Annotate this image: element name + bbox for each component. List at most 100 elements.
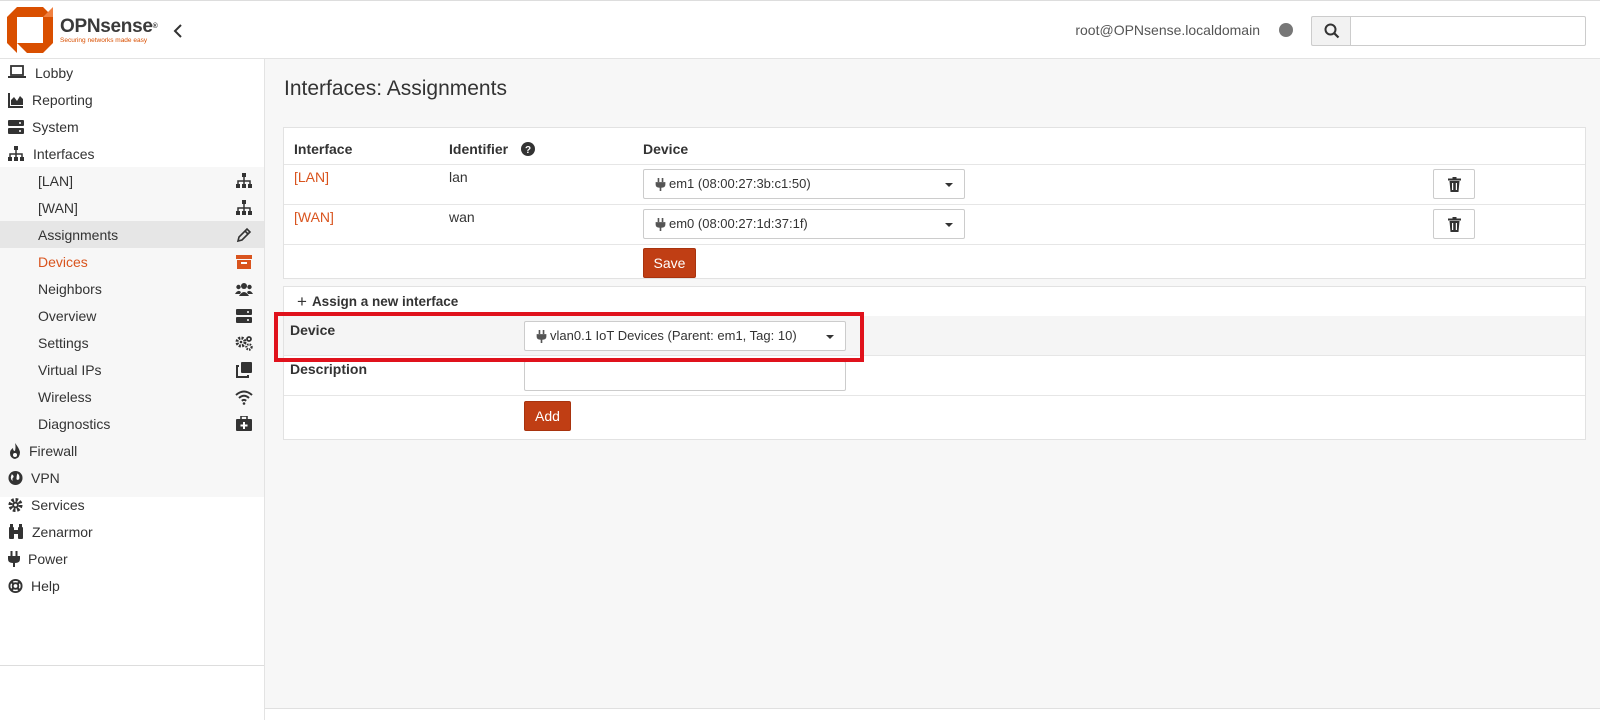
plus-icon: +: [297, 291, 307, 311]
brand-reg: ®: [152, 22, 158, 30]
sidebar-item-label: Diagnostics: [38, 416, 111, 432]
sidebar-item-label: [WAN]: [38, 200, 78, 216]
sidebar-item-label: Lobby: [35, 65, 74, 81]
device-row: [284, 316, 1585, 355]
delete-button-wan[interactable]: [1433, 209, 1475, 239]
medkit-icon: [236, 416, 252, 431]
sidebar-item-reporting[interactable]: Reporting: [0, 86, 264, 113]
plug-icon: [655, 218, 666, 231]
assign-header-label: Assign a new interface: [311, 294, 459, 309]
interface-link-lan[interactable]: [LAN]: [294, 169, 329, 185]
sidebar-item-label: Settings: [38, 335, 89, 351]
interface-link-wan[interactable]: [WAN]: [294, 209, 334, 225]
description-label: Description: [290, 361, 368, 377]
column-header-interface: Interface: [294, 141, 353, 157]
sidebar-item-label: Virtual IPs: [38, 362, 102, 378]
sidebar-item-services[interactable]: Services: [0, 491, 264, 518]
identifier-lan: lan: [449, 169, 468, 185]
sidebar-item-label: Overview: [38, 308, 97, 324]
collapse-sidebar-button[interactable]: [170, 21, 186, 41]
sidebar-item-vpn[interactable]: VPN: [0, 464, 264, 491]
sitemap-icon: [236, 173, 252, 188]
chevron-left-icon: [173, 24, 182, 38]
sidebar-item-assignments[interactable]: Assignments: [0, 221, 264, 248]
sidebar-item-interfaces[interactable]: Interfaces: [0, 140, 264, 167]
row-divider: [284, 355, 1585, 356]
sidebar-item-label: VPN: [31, 470, 60, 486]
archive-icon: [236, 255, 252, 269]
footer-divider: [265, 708, 1600, 709]
row-divider: [284, 204, 1585, 205]
sidebar-item-zenarmor[interactable]: Zenarmor: [0, 518, 264, 545]
assignments-table: Interface Identifier ? Device [LAN] lan …: [283, 127, 1586, 279]
sidebar-item-firewall[interactable]: Firewall: [0, 437, 264, 464]
device-select-wan[interactable]: em0 (08:00:27:1d:37:1f): [643, 209, 965, 239]
server-icon: [8, 120, 24, 134]
caret-down-icon: [826, 335, 834, 339]
brand-name: OPNsense: [60, 15, 153, 37]
sidebar-item-wireless[interactable]: Wireless: [0, 383, 264, 410]
new-device-select[interactable]: vlan0.1 IoT Devices (Parent: em1, Tag: 1…: [524, 321, 846, 351]
sidebar-item-help[interactable]: Help: [0, 572, 264, 599]
device-select-value: em1 (08:00:27:3b:c1:50): [669, 176, 811, 191]
users-icon: [235, 283, 253, 296]
sidebar-item-label: System: [32, 119, 79, 135]
sidebar-item-lobby[interactable]: Lobby: [0, 59, 264, 86]
fire-icon: [10, 443, 20, 459]
logo[interactable]: OPNsense® Securing networks made easy: [7, 7, 158, 53]
cog-icon: [8, 497, 23, 513]
trash-icon: [1447, 176, 1461, 192]
sidebar-item-label: Zenarmor: [32, 524, 93, 540]
trash-icon: [1447, 216, 1461, 232]
plug-icon: [655, 178, 666, 191]
sitemap-icon: [236, 200, 252, 215]
sidebar-item-virtual-ips[interactable]: Virtual IPs: [0, 356, 264, 383]
sidebar-item-label: Power: [28, 551, 68, 567]
wifi-icon: [235, 390, 253, 405]
sidebar-item-neighbors[interactable]: Neighbors: [0, 275, 264, 302]
sidebar-item-overview[interactable]: Overview: [0, 302, 264, 329]
identifier-wan: wan: [449, 209, 475, 225]
sidebar-item-lan[interactable]: [LAN]: [0, 167, 264, 194]
sidebar-item-label: Firewall: [29, 443, 78, 459]
search-button[interactable]: [1311, 16, 1351, 46]
laptop-icon: [8, 65, 26, 78]
top-bar: OPNsense® Securing networks made easy ro…: [0, 0, 1600, 59]
sidebar-item-system[interactable]: System: [0, 113, 264, 140]
sidebar-item-label: Reporting: [32, 92, 93, 108]
device-select-lan[interactable]: em1 (08:00:27:3b:c1:50): [643, 169, 965, 199]
sidebar-item-power[interactable]: Power: [0, 545, 264, 572]
user-label[interactable]: root@OPNsense.localdomain: [1075, 22, 1260, 38]
sidebar-item-diagnostics[interactable]: Diagnostics: [0, 410, 264, 437]
caret-down-icon: [945, 183, 953, 187]
opnsense-logo-icon: [7, 7, 53, 53]
sidebar: Lobby Reporting System Interfaces [LAN] …: [0, 59, 265, 720]
main-content: Interfaces: Assignments Interface Identi…: [265, 59, 1600, 708]
binoculars-icon: [9, 524, 23, 539]
add-button[interactable]: Add: [524, 401, 571, 431]
clone-icon: [236, 362, 252, 378]
assign-interface-panel: + Assign a new interface Device vlan0.1 …: [283, 286, 1586, 440]
sidebar-item-label: Devices: [38, 254, 88, 270]
device-label: Device: [290, 322, 336, 338]
pencil-icon: [236, 227, 252, 243]
device-select-value: vlan0.1 IoT Devices (Parent: em1, Tag: 1…: [550, 328, 797, 343]
delete-button-lan[interactable]: [1433, 169, 1475, 199]
life-ring-icon: [8, 578, 23, 594]
sidebar-item-devices[interactable]: Devices: [0, 248, 264, 275]
sidebar-item-settings[interactable]: Settings: [0, 329, 264, 356]
description-input[interactable]: [524, 361, 846, 391]
sitemap-icon: [8, 146, 24, 161]
search-input[interactable]: [1350, 16, 1586, 46]
column-header-identifier: Identifier: [449, 141, 509, 157]
status-indicator-icon[interactable]: [1279, 23, 1293, 37]
plug-icon: [536, 330, 547, 343]
save-button[interactable]: Save: [643, 248, 696, 278]
assign-new-interface-header: + Assign a new interface: [297, 291, 459, 311]
server-icon: [236, 309, 252, 323]
sidebar-item-wan[interactable]: [WAN]: [0, 194, 264, 221]
help-circle-icon[interactable]: ?: [521, 142, 535, 156]
sidebar-divider: [0, 665, 264, 666]
brand-tagline: Securing networks made easy: [60, 36, 148, 44]
sidebar-item-label: Assignments: [38, 227, 119, 243]
